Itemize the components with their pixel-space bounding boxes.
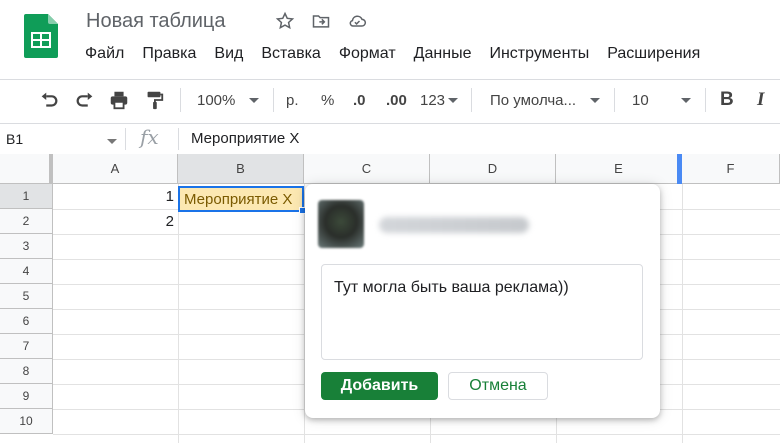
cell-b1-selected[interactable]: Мероприятие Х xyxy=(178,186,304,212)
italic-button[interactable]: I xyxy=(757,88,764,112)
avatar xyxy=(318,200,364,248)
select-all-corner[interactable] xyxy=(0,154,53,184)
toolbar: 100% р. % .0 .00 123 По умолча... 10 B I xyxy=(0,80,780,120)
cancel-button[interactable]: Отмена xyxy=(448,372,548,400)
cell-reference: B1 xyxy=(6,131,24,147)
divider xyxy=(0,123,780,124)
grid-line xyxy=(178,184,179,443)
bold-button[interactable]: B xyxy=(720,88,734,112)
comment-text: Тут могла быть ваша реклама)) xyxy=(334,279,569,296)
undo-icon[interactable] xyxy=(38,88,60,112)
row-header-6[interactable]: 6 xyxy=(0,309,53,334)
font-family-value: По умолча... xyxy=(490,91,577,109)
cloud-status-icon[interactable] xyxy=(346,10,368,32)
menu-data[interactable]: Данные xyxy=(414,45,480,63)
toolbar-separator xyxy=(705,88,706,112)
name-box[interactable]: B1 xyxy=(6,131,23,147)
menu-edit[interactable]: Правка xyxy=(142,45,204,63)
toolbar-separator xyxy=(273,88,274,112)
user-name-redacted xyxy=(379,217,529,233)
frozen-column-indicator[interactable] xyxy=(677,154,682,184)
chevron-down-icon xyxy=(590,97,601,103)
toolbar-separator xyxy=(614,88,615,112)
menu-file[interactable]: Файл xyxy=(85,45,132,63)
column-header-f[interactable]: F xyxy=(682,154,780,184)
print-icon[interactable] xyxy=(108,88,130,112)
row-header-5[interactable]: 5 xyxy=(0,284,53,309)
percent-format-button[interactable]: % xyxy=(321,88,334,112)
add-comment-button[interactable]: Добавить xyxy=(321,372,438,400)
menu-format[interactable]: Формат xyxy=(339,45,404,63)
increase-decimals-button[interactable]: .00 xyxy=(386,88,407,112)
menu-extensions[interactable]: Расширения xyxy=(607,45,708,63)
column-header-e[interactable]: E xyxy=(556,154,682,184)
row-header-4[interactable]: 4 xyxy=(0,259,53,284)
star-icon[interactable] xyxy=(274,10,296,32)
menu-tools[interactable]: Инструменты xyxy=(489,45,597,63)
decrease-decimals-button[interactable]: .0 xyxy=(353,88,366,112)
cell-a2[interactable]: 2 xyxy=(53,209,178,234)
zoom-select[interactable]: 100% xyxy=(197,88,260,112)
row-header-9[interactable]: 9 xyxy=(0,384,53,409)
menu-view[interactable]: Вид xyxy=(214,45,251,63)
zoom-value: 100% xyxy=(197,91,236,109)
fx-icon: fx xyxy=(140,125,159,149)
font-family-select[interactable]: По умолча... xyxy=(490,88,601,112)
row-header-1[interactable]: 1 xyxy=(0,184,53,209)
font-size-select[interactable]: 10 xyxy=(632,88,691,112)
chevron-down-icon[interactable] xyxy=(107,139,117,144)
toolbar-separator xyxy=(180,88,181,112)
column-header-b[interactable]: B xyxy=(178,154,304,184)
toolbar-separator xyxy=(471,88,472,112)
more-formats-label: 123 xyxy=(420,91,446,109)
column-header-a[interactable]: A xyxy=(53,154,178,184)
font-size-value: 10 xyxy=(632,91,649,109)
menu-insert[interactable]: Вставка xyxy=(261,45,328,63)
chevron-down-icon xyxy=(249,97,260,103)
chevron-down-icon xyxy=(448,97,459,103)
column-header-d[interactable]: D xyxy=(430,154,556,184)
divider xyxy=(178,128,179,150)
row-header-3[interactable]: 3 xyxy=(0,234,53,259)
grid-line xyxy=(682,184,683,443)
currency-format-button[interactable]: р. xyxy=(286,88,299,112)
move-to-folder-icon[interactable] xyxy=(310,10,332,32)
column-header-c[interactable]: C xyxy=(304,154,430,184)
redo-icon[interactable] xyxy=(74,88,96,112)
grid-line xyxy=(53,434,780,435)
cell-a1[interactable]: 1 xyxy=(53,184,178,209)
formula-input[interactable]: Мероприятие Х xyxy=(191,130,299,147)
sheets-logo-icon[interactable] xyxy=(24,14,58,58)
paint-format-icon[interactable] xyxy=(143,88,165,112)
menu-bar: Файл Правка Вид Вставка Формат Данные Ин… xyxy=(85,45,718,63)
comment-popup: Тут могла быть ваша реклама)) Добавить О… xyxy=(305,184,660,418)
sheets-window: Новая таблица Файл Правка Вид Вставка Фо… xyxy=(0,0,780,443)
more-formats-button[interactable]: 123 xyxy=(420,88,459,112)
row-header-2[interactable]: 2 xyxy=(0,209,53,234)
document-title[interactable]: Новая таблица xyxy=(86,10,226,33)
divider xyxy=(125,128,126,150)
row-header-7[interactable]: 7 xyxy=(0,334,53,359)
row-header-8[interactable]: 8 xyxy=(0,359,53,384)
comment-input[interactable]: Тут могла быть ваша реклама)) xyxy=(321,264,643,360)
chevron-down-icon xyxy=(680,97,691,103)
row-header-10[interactable]: 10 xyxy=(0,409,53,434)
